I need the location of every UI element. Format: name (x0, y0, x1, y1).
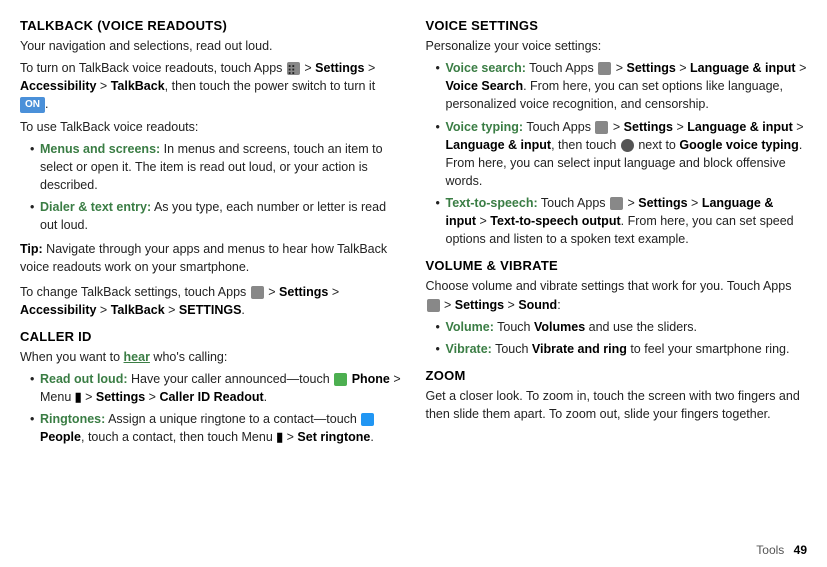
phone-icon (334, 373, 347, 386)
bullet-read-out-loud: Read out loud: Have your caller announce… (30, 370, 402, 406)
bullet-vibrate: Vibrate: Touch Vibrate and ring to feel … (436, 340, 808, 358)
apps-icon4 (595, 121, 608, 134)
apps-icon5 (610, 197, 623, 210)
volume-title: VOLUME & VIBRATE (426, 258, 808, 273)
caller-id-title: CALLER ID (20, 329, 402, 344)
volume-section: VOLUME & VIBRATE Choose volume and vibra… (426, 258, 808, 358)
talkback-p1-pre: To turn on TalkBack voice readouts, touc… (20, 61, 286, 75)
gear-icon (621, 139, 634, 152)
zoom-title: ZOOM (426, 368, 808, 383)
vibrate-label: Vibrate: (446, 342, 492, 356)
voice-settings-title: VOICE SETTINGS (426, 18, 808, 33)
talkback-bullets: Menus and screens: In menus and screens,… (20, 140, 402, 235)
zoom-text: Get a closer look. To zoom in, touch the… (426, 387, 808, 423)
voice-typing-label: Voice typing: (446, 120, 524, 134)
apps-icon3 (598, 62, 611, 75)
volume-text: Touch Volumes and use the sliders. (497, 320, 697, 334)
voice-bullets: Voice search: Touch Apps > Settings > La… (426, 59, 808, 248)
volume-intro: Choose volume and vibrate settings that … (426, 277, 808, 313)
hear-word: hear (124, 350, 150, 364)
bullet-volume: Volume: Touch Volumes and use the slider… (436, 318, 808, 336)
bullet-dialer: Dialer & text entry: As you type, each n… (30, 198, 402, 234)
voice-settings-intro: Personalize your voice settings: (426, 37, 808, 55)
talkback-p3: To change TalkBack settings, touch Apps … (20, 283, 402, 319)
bullet-tts: Text-to-speech: Touch Apps > Settings > … (436, 194, 808, 248)
caller-id-intro: When you want to hear who's calling: (20, 348, 402, 366)
volume-bullets: Volume: Touch Volumes and use the slider… (426, 318, 808, 358)
talkback-section: TALKBACK (VOICE READOUTS) Your navigatio… (20, 18, 402, 319)
tip-paragraph: Tip: Navigate through your apps and menu… (20, 240, 402, 276)
apps-icon2 (251, 286, 264, 299)
bullet-menus-label: Menus and screens: (40, 142, 160, 156)
apps-icon: ⠿ (287, 62, 300, 75)
voice-settings-section: VOICE SETTINGS Personalize your voice se… (426, 18, 808, 248)
bullet-ringtones-extra: People, touch a contact, then touch Menu… (40, 430, 374, 444)
bullet-voice-typing: Voice typing: Touch Apps > Settings > La… (436, 118, 808, 191)
voice-search-label: Voice search: (446, 61, 526, 75)
caller-id-bullets: Read out loud: Have your caller announce… (20, 370, 402, 447)
talkback-intro: Your navigation and selections, read out… (20, 37, 402, 55)
talkback-p1: To turn on TalkBack voice readouts, touc… (20, 59, 402, 113)
volume-label: Volume: (446, 320, 494, 334)
tts-label: Text-to-speech: (446, 196, 538, 210)
bullet-ringtones-label: Ringtones: (40, 412, 105, 426)
tip-text: Navigate through your apps and menus to … (20, 242, 387, 274)
bullet-ringtones: Ringtones: Assign a unique ringtone to a… (30, 410, 402, 446)
people-icon (361, 413, 374, 426)
right-column: VOICE SETTINGS Personalize your voice se… (426, 18, 808, 553)
caller-id-section: CALLER ID When you want to hear who's ca… (20, 329, 402, 447)
left-column: TALKBACK (VOICE READOUTS) Your navigatio… (20, 18, 402, 553)
zoom-section: ZOOM Get a closer look. To zoom in, touc… (426, 368, 808, 423)
vibrate-text: Touch Vibrate and ring to feel your smar… (495, 342, 789, 356)
talkback-title: TALKBACK (VOICE READOUTS) (20, 18, 402, 33)
apps-icon6 (427, 299, 440, 312)
bullet-read-label: Read out loud: (40, 372, 128, 386)
tip-label: Tip: (20, 242, 43, 256)
page-footer: Tools 49 (756, 543, 807, 557)
bullet-voice-search: Voice search: Touch Apps > Settings > La… (436, 59, 808, 113)
footer-page-number: 49 (794, 543, 807, 557)
on-badge: ON (20, 97, 45, 114)
footer-label: Tools (756, 543, 784, 557)
bullet-menus-screens: Menus and screens: In menus and screens,… (30, 140, 402, 194)
bullet-ringtones-text: Assign a unique ringtone to a contact—to… (108, 412, 360, 426)
bullet-dialer-label: Dialer & text entry: (40, 200, 151, 214)
talkback-p2: To use TalkBack voice readouts: (20, 118, 402, 136)
bullet-read-text: Have your caller announced—touch (131, 372, 333, 386)
